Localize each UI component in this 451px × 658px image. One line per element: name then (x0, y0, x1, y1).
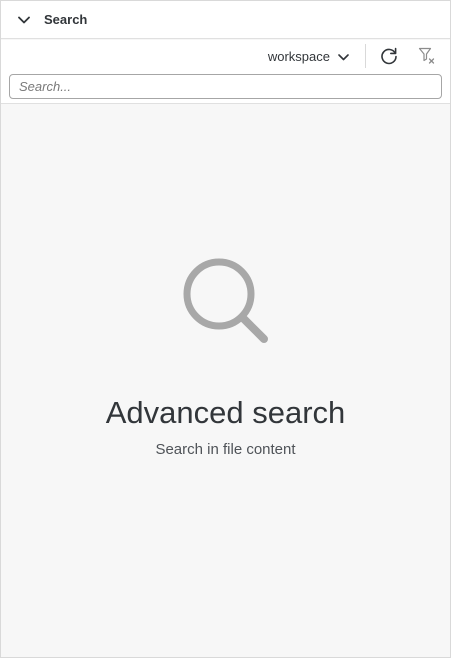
empty-state: Advanced search Search in file content (1, 105, 450, 657)
search-icon (183, 258, 268, 343)
collapse-button[interactable] (15, 11, 33, 29)
search-field-wrapper (1, 72, 450, 104)
refresh-icon (381, 47, 397, 65)
search-panel: Search workspace Search... Advanced sear… (0, 0, 451, 658)
chevron-down-icon (18, 16, 30, 23)
toolbar-divider (365, 44, 366, 68)
empty-state-title: Advanced search (105, 395, 346, 430)
panel-header: Search (1, 1, 450, 39)
empty-state-subtitle: Search in file content (155, 441, 296, 458)
refresh-button[interactable] (376, 43, 402, 69)
search-input[interactable] (9, 74, 442, 99)
panel-title: Search (44, 12, 88, 27)
search-toolbar: workspace (1, 40, 450, 72)
chevron-down-icon (338, 53, 349, 60)
scope-select-value: workspace (267, 48, 330, 64)
scope-select[interactable]: workspace (262, 42, 355, 70)
clear-filter-button[interactable] (414, 43, 440, 69)
clear-filter-icon (418, 47, 435, 64)
